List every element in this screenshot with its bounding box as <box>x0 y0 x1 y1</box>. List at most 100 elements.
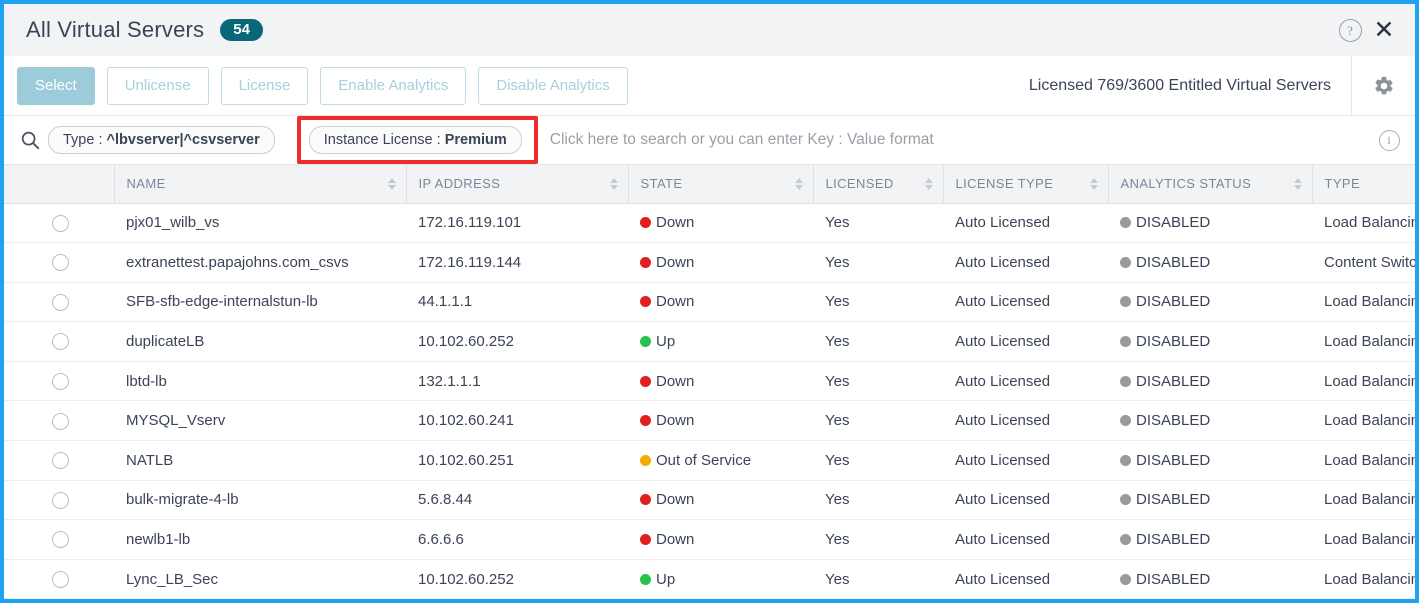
virtual-servers-table-container: NAME IP ADDRESS STATE LICENSED LICENSE T… <box>4 165 1415 599</box>
row-radio-button[interactable] <box>51 531 69 549</box>
sort-arrows-icon[interactable] <box>609 177 618 190</box>
table-row[interactable]: bulk-migrate-4-lb 5.6.8.44 Down Yes Auto Lic… <box>4 480 1415 521</box>
disable-analytics-button[interactable]: Disable Analytics <box>478 66 628 105</box>
sort-arrows-icon[interactable] <box>924 177 933 190</box>
table-row[interactable]: SFB-sfb-edge-internalstun-lb 44.1.1.1 Down… <box>4 282 1415 323</box>
cell-analytics-status: DISABLED <box>1108 242 1312 283</box>
row-select-cell[interactable] <box>4 361 114 402</box>
state-status-dot <box>640 336 651 348</box>
cell-analytics-status-label: DISABLED <box>1136 451 1211 469</box>
table-header-row: NAME IP ADDRESS STATE LICENSED LICENSE T… <box>4 165 1415 204</box>
row-radio-button[interactable] <box>51 570 69 588</box>
help-button[interactable]: ? <box>1333 13 1367 47</box>
cell-analytics-status: DISABLED <box>1108 559 1312 599</box>
cell-state-label: Down <box>656 253 695 271</box>
column-header-state[interactable]: STATE <box>628 165 814 204</box>
row-radio-button[interactable] <box>51 293 69 311</box>
cell-state: Up <box>628 559 813 599</box>
column-header-ip-address[interactable]: IP ADDRESS <box>406 165 629 204</box>
table-row[interactable]: pjx01_wilb_vs 172.16.119.101 Down Yes Auto L… <box>4 203 1415 244</box>
cell-license-type: Auto Licensed <box>943 321 1108 362</box>
cell-licensed: Yes <box>813 321 943 362</box>
cell-name: extranettest.papajohns.com_csvs <box>114 242 406 283</box>
cell-type: Load Balancing <box>1312 480 1415 521</box>
sort-arrows-icon[interactable] <box>387 177 396 190</box>
filter-chip-type[interactable]: Type : ^lbvserver|^csvserver <box>48 126 275 154</box>
table-row[interactable]: NATLB 10.102.60.251 Out of Service Yes Auto … <box>4 440 1415 481</box>
filter-chip-instance-license-value: Premium <box>444 132 507 148</box>
row-select-cell[interactable] <box>4 519 114 560</box>
column-header-licensed[interactable]: LICENSED <box>813 165 944 204</box>
row-select-cell[interactable] <box>4 440 114 481</box>
state-status-dot <box>640 573 651 585</box>
cell-state-label: Up <box>656 570 676 588</box>
cell-ip-address: 172.16.119.144 <box>406 242 628 283</box>
table-row[interactable]: Lync_LB_Sec 10.102.60.252 Up Yes Auto Licens… <box>4 559 1415 599</box>
search-button[interactable] <box>12 122 48 158</box>
state-status-dot <box>640 415 651 427</box>
license-button[interactable]: License <box>220 66 309 105</box>
cell-analytics-status-label: DISABLED <box>1136 214 1211 232</box>
sort-arrows-icon[interactable] <box>1293 177 1302 190</box>
cell-license-type: Auto Licensed <box>943 242 1108 283</box>
row-radio-button[interactable] <box>51 452 69 470</box>
cell-licensed: Yes <box>813 480 943 521</box>
select-button[interactable]: Select <box>17 66 95 105</box>
cell-state-label: Down <box>656 412 695 430</box>
table-row[interactable]: extranettest.papajohns.com_csvs 172.16.11… <box>4 242 1415 283</box>
search-info-button[interactable]: i <box>1363 116 1415 164</box>
settings-button[interactable] <box>1351 55 1415 116</box>
enable-analytics-button[interactable]: Enable Analytics <box>320 66 467 105</box>
column-header-analytics-status[interactable]: ANALYTICS STATUS <box>1108 165 1313 204</box>
state-status-dot <box>640 296 651 308</box>
row-select-cell[interactable] <box>4 321 114 362</box>
table-row[interactable]: lbtd-lb 132.1.1.1 Down Yes Auto Licensed DISA… <box>4 361 1415 402</box>
row-select-cell[interactable] <box>4 559 114 599</box>
unlicense-button[interactable]: Unlicense <box>106 66 209 105</box>
page-title: All Virtual Servers <box>26 17 205 42</box>
row-select-cell[interactable] <box>4 480 114 521</box>
column-header-type[interactable]: TYPE <box>1312 165 1415 204</box>
cell-ip-address: 10.102.60.252 <box>406 559 628 599</box>
cell-ip-address: 132.1.1.1 <box>406 361 628 402</box>
filter-chip-instance-license[interactable]: Instance License : Premium <box>308 126 522 154</box>
cell-state-label: Down <box>656 531 695 549</box>
cell-name: newlb1-lb <box>114 519 406 560</box>
cell-state-label: Out of Service <box>656 451 752 469</box>
cell-analytics-status-label: DISABLED <box>1136 372 1211 390</box>
row-radio-button[interactable] <box>51 372 69 390</box>
row-radio-button[interactable] <box>51 491 69 509</box>
cell-ip-address: 172.16.119.101 <box>406 203 628 244</box>
analytics-status-dot <box>1120 573 1131 585</box>
table-row[interactable]: duplicateLB 10.102.60.252 Up Yes Auto Licens… <box>4 321 1415 362</box>
row-select-cell[interactable] <box>4 242 114 283</box>
close-icon: ✕ <box>1373 15 1395 44</box>
cell-type: Load Balancing <box>1312 282 1415 323</box>
cell-name: bulk-migrate-4-lb <box>114 480 406 521</box>
cell-ip-address: 10.102.60.251 <box>406 440 628 481</box>
cell-analytics-status: DISABLED <box>1108 282 1312 323</box>
sort-arrows-icon[interactable] <box>794 177 803 190</box>
close-button[interactable]: ✕ <box>1367 13 1401 47</box>
row-radio-button[interactable] <box>51 412 69 430</box>
table-row[interactable]: newlb1-lb 6.6.6.6 Down Yes Auto Licensed DISA… <box>4 519 1415 560</box>
sort-arrows-icon[interactable] <box>1089 177 1098 190</box>
row-radio-button[interactable] <box>51 214 69 232</box>
row-radio-button[interactable] <box>51 333 69 351</box>
row-select-cell[interactable] <box>4 203 114 244</box>
table-body: pjx01_wilb_vs 172.16.119.101 Down Yes Auto L… <box>4 203 1415 599</box>
row-radio-button[interactable] <box>51 254 69 272</box>
search-input[interactable] <box>543 130 1363 150</box>
cell-license-type: Auto Licensed <box>943 282 1108 323</box>
cell-ip-address: 10.102.60.252 <box>406 321 628 362</box>
record-count-badge: 54 <box>220 19 263 41</box>
row-select-cell[interactable] <box>4 282 114 323</box>
cell-name: Lync_LB_Sec <box>114 559 406 599</box>
cell-state: Down <box>628 519 813 560</box>
row-select-cell[interactable] <box>4 400 114 442</box>
column-header-license-type[interactable]: LICENSE TYPE <box>943 165 1109 204</box>
column-header-ip-address-label: IP ADDRESS <box>418 176 501 192</box>
table-row[interactable]: MYSQL_Vserv 10.102.60.241 Down Yes Auto Lice… <box>4 400 1415 442</box>
column-header-name[interactable]: NAME <box>114 165 407 204</box>
cell-state-label: Up <box>656 333 676 351</box>
